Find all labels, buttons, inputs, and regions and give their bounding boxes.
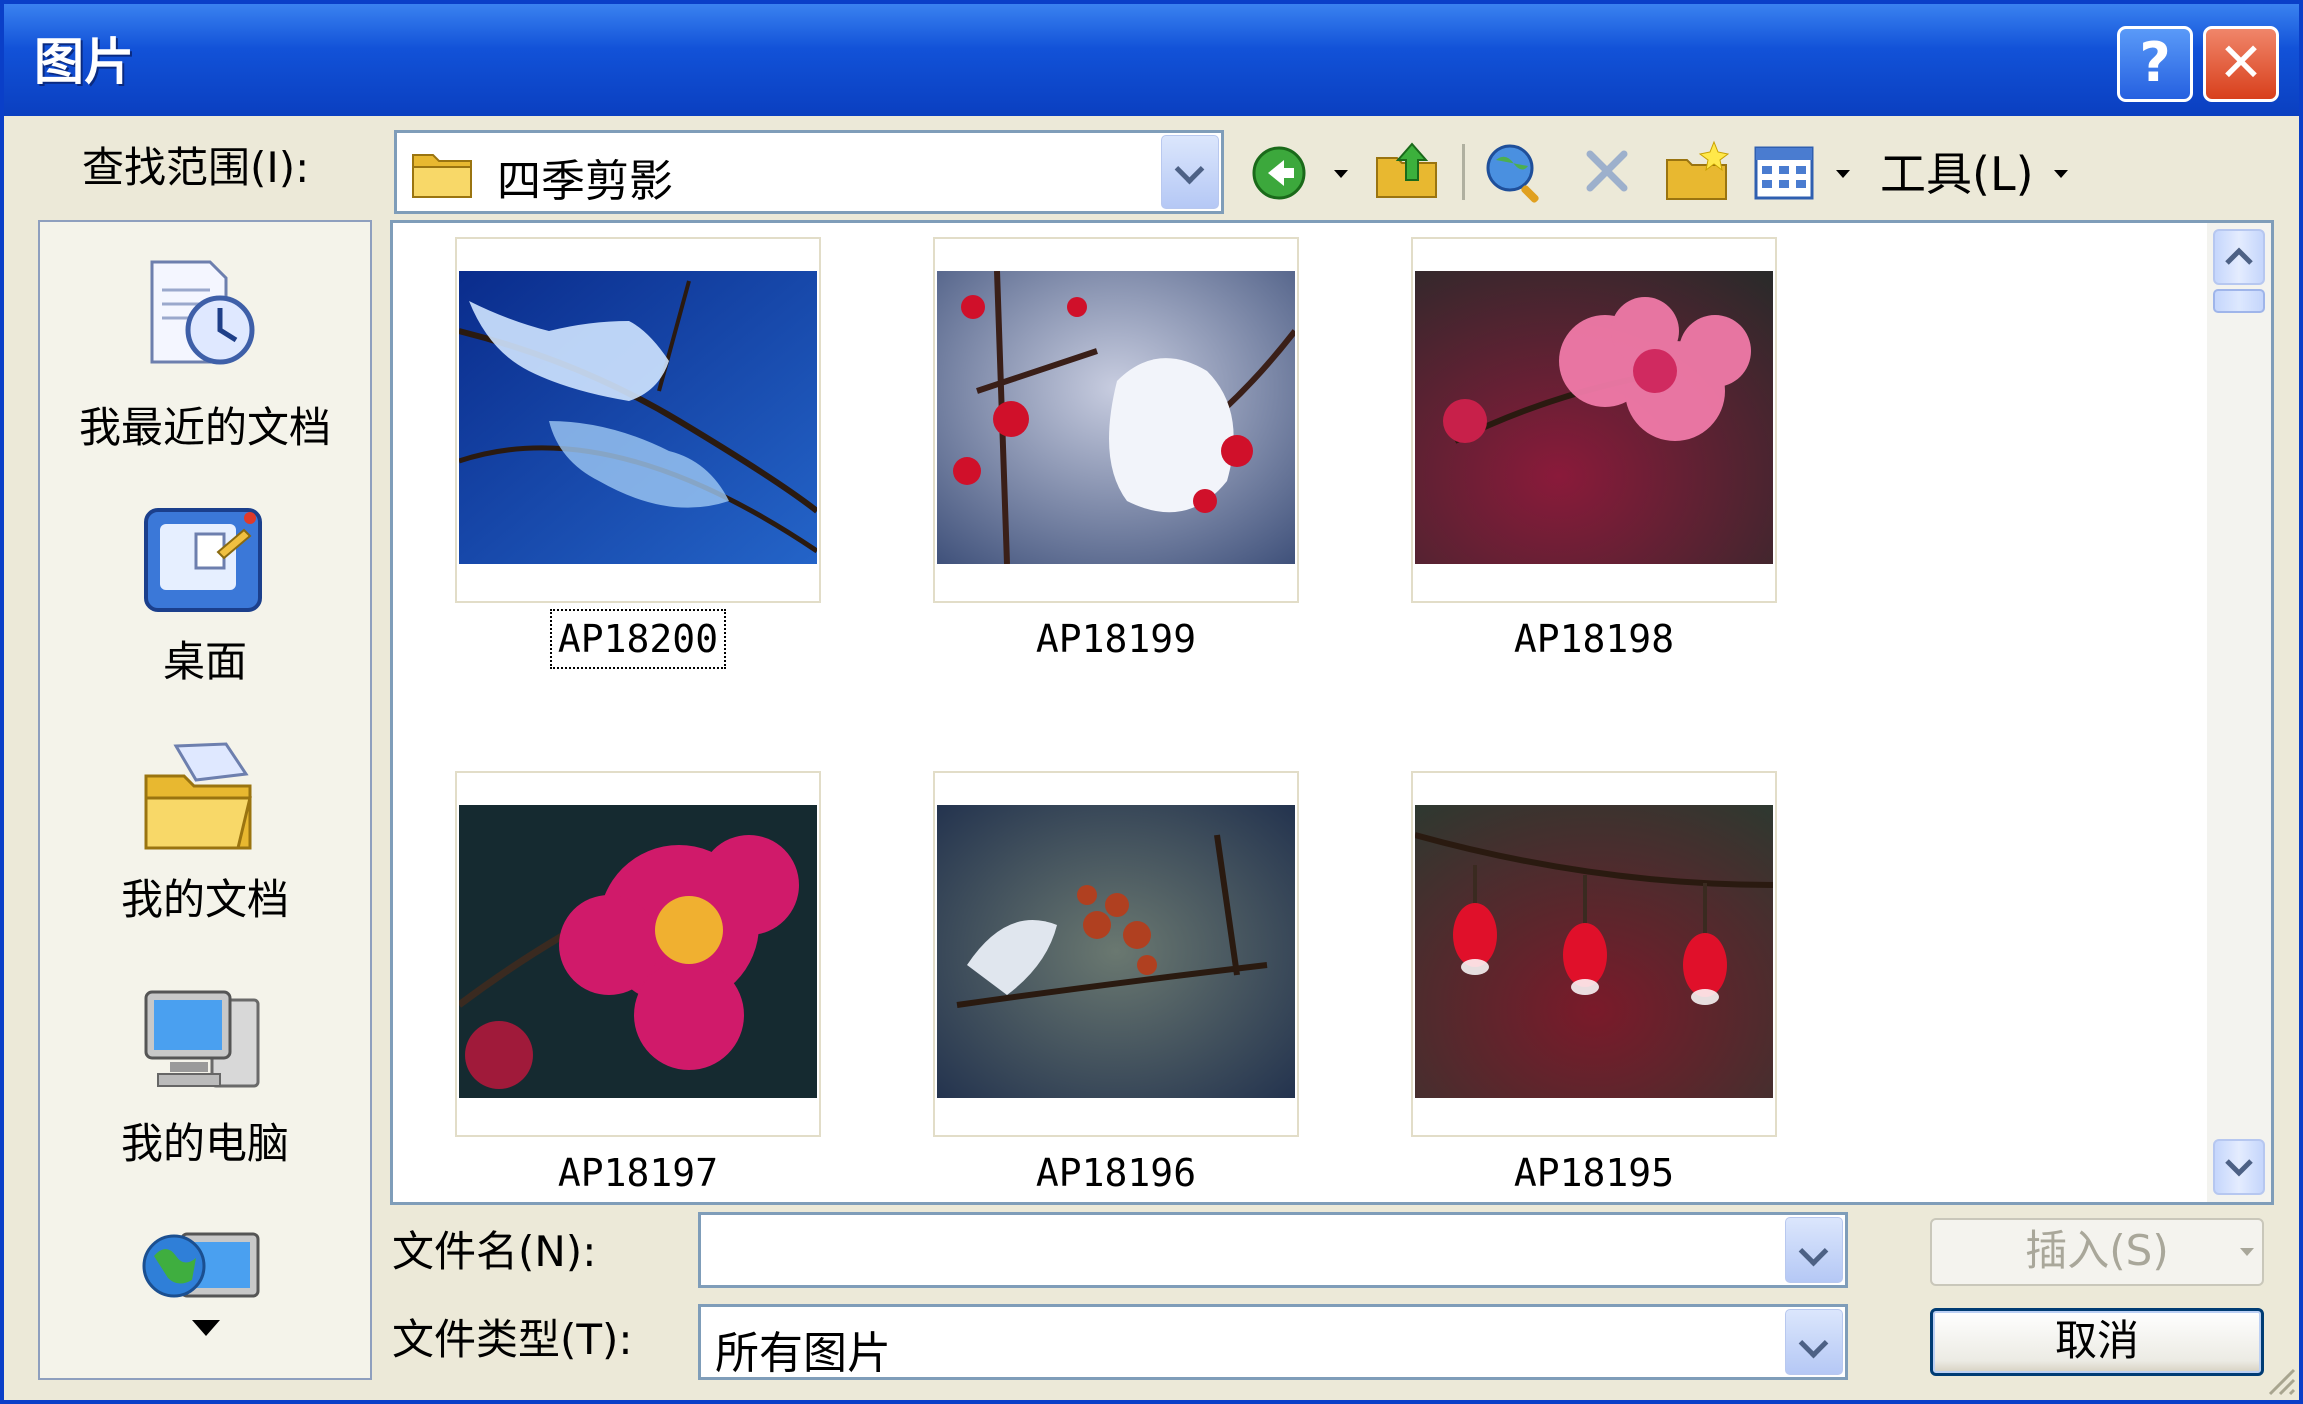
cancel-button-label: 取消 bbox=[2054, 1316, 2139, 1365]
photo-image bbox=[1415, 271, 1773, 564]
place-my-documents[interactable]: 我的文档 bbox=[40, 742, 370, 924]
insert-button[interactable]: 插入(S) bbox=[1930, 1218, 2264, 1286]
views-icon[interactable] bbox=[1754, 146, 1814, 200]
folder-icon bbox=[412, 154, 472, 198]
filename-dropdown-button[interactable] bbox=[1785, 1217, 1843, 1283]
chevron-up-icon bbox=[2225, 247, 2253, 265]
title-bar[interactable]: 图片 ? ✕ bbox=[4, 4, 2299, 116]
up-folder-icon[interactable] bbox=[1374, 140, 1440, 202]
place-label: 我的文档 bbox=[120, 875, 289, 924]
my-computer-icon bbox=[144, 990, 260, 1088]
resize-grip-icon[interactable] bbox=[2266, 1366, 2296, 1396]
file-name-label[interactable]: AP18200 bbox=[455, 609, 821, 669]
views-dropdown-icon[interactable] bbox=[1836, 170, 1850, 178]
toolbar-separator bbox=[1462, 144, 1465, 200]
place-recent-documents[interactable]: 我最近的文档 bbox=[40, 256, 370, 456]
scroll-thumb[interactable] bbox=[2213, 289, 2265, 313]
back-icon[interactable] bbox=[1250, 144, 1308, 202]
places-bar: 我最近的文档 桌面 我的文档 我的电脑 bbox=[38, 220, 372, 1380]
look-in-value: 四季剪影 bbox=[497, 156, 673, 207]
vertical-scrollbar[interactable] bbox=[2207, 223, 2271, 1202]
tools-menu-label: 工具(L) bbox=[1880, 147, 2034, 201]
filetype-label: 文件类型(T): bbox=[392, 1315, 633, 1364]
filetype-dropdown-button[interactable] bbox=[1785, 1309, 1843, 1375]
insert-dropdown-icon[interactable] bbox=[2240, 1248, 2254, 1258]
tools-menu[interactable]: 工具(L) bbox=[1880, 138, 2034, 204]
help-button[interactable]: ? bbox=[2117, 26, 2193, 102]
scroll-down-button[interactable] bbox=[2213, 1139, 2265, 1195]
place-network[interactable] bbox=[40, 1226, 370, 1336]
photo-image bbox=[937, 271, 1295, 564]
close-button[interactable]: ✕ bbox=[2203, 26, 2279, 102]
look-in-label: 查找范围(I): bbox=[82, 143, 310, 192]
search-web-icon[interactable] bbox=[1482, 140, 1548, 206]
scroll-up-button[interactable] bbox=[2213, 229, 2265, 285]
place-desktop[interactable]: 桌面 bbox=[40, 504, 370, 686]
new-folder-icon[interactable] bbox=[1664, 140, 1732, 204]
file-thumbnail[interactable] bbox=[1411, 771, 1777, 1137]
file-thumbnail[interactable] bbox=[933, 771, 1299, 1137]
place-my-computer[interactable]: 我的电脑 bbox=[40, 986, 370, 1168]
photo-image bbox=[459, 805, 817, 1098]
file-name-label[interactable]: AP18199 bbox=[933, 617, 1299, 661]
file-name-label[interactable]: AP18196 bbox=[933, 1151, 1299, 1195]
recent-documents-icon bbox=[150, 260, 255, 365]
file-name-label[interactable]: AP18195 bbox=[1411, 1151, 1777, 1195]
chevron-down-icon bbox=[2225, 1159, 2253, 1177]
file-list-view[interactable]: AP18200 AP18199 AP18198 AP18197 AP18196 … bbox=[390, 220, 2274, 1205]
cancel-button[interactable]: 取消 bbox=[1930, 1308, 2264, 1376]
filename-label: 文件名(N): bbox=[392, 1227, 597, 1276]
place-label: 桌面 bbox=[162, 637, 247, 686]
file-thumbnail[interactable] bbox=[455, 237, 821, 603]
filetype-value: 所有图片 bbox=[715, 1328, 891, 1379]
tools-dropdown-icon[interactable] bbox=[2054, 170, 2068, 178]
photo-image bbox=[459, 271, 817, 564]
dialog-window: 图片 ? ✕ 查找范围(I): 四季剪影 工具(L) 我最近的文档 桌面 我的文… bbox=[0, 0, 2303, 1404]
place-label: 我的电脑 bbox=[120, 1119, 289, 1168]
my-documents-icon bbox=[144, 742, 252, 850]
look-in-dropdown-button[interactable] bbox=[1161, 135, 1219, 209]
desktop-icon bbox=[144, 508, 262, 612]
filename-combobox[interactable] bbox=[698, 1212, 1848, 1288]
file-thumbnail[interactable] bbox=[455, 771, 821, 1137]
photo-image bbox=[1415, 805, 1773, 1098]
file-thumbnail[interactable] bbox=[933, 237, 1299, 603]
place-label: 我最近的文档 bbox=[78, 403, 331, 452]
look-in-combobox[interactable]: 四季剪影 bbox=[394, 130, 1224, 214]
filetype-select[interactable]: 所有图片 bbox=[698, 1304, 1848, 1380]
file-thumbnail[interactable] bbox=[1411, 237, 1777, 603]
file-name-label[interactable]: AP18197 bbox=[455, 1151, 821, 1195]
file-name-label[interactable]: AP18198 bbox=[1411, 617, 1777, 661]
dialog-title: 图片 bbox=[34, 33, 134, 91]
places-scroll-down-icon[interactable] bbox=[192, 1320, 220, 1336]
delete-icon[interactable] bbox=[1582, 146, 1632, 196]
photo-image bbox=[937, 805, 1295, 1098]
insert-button-label: 插入(S) bbox=[2025, 1226, 2169, 1275]
back-dropdown-icon[interactable] bbox=[1334, 170, 1348, 178]
